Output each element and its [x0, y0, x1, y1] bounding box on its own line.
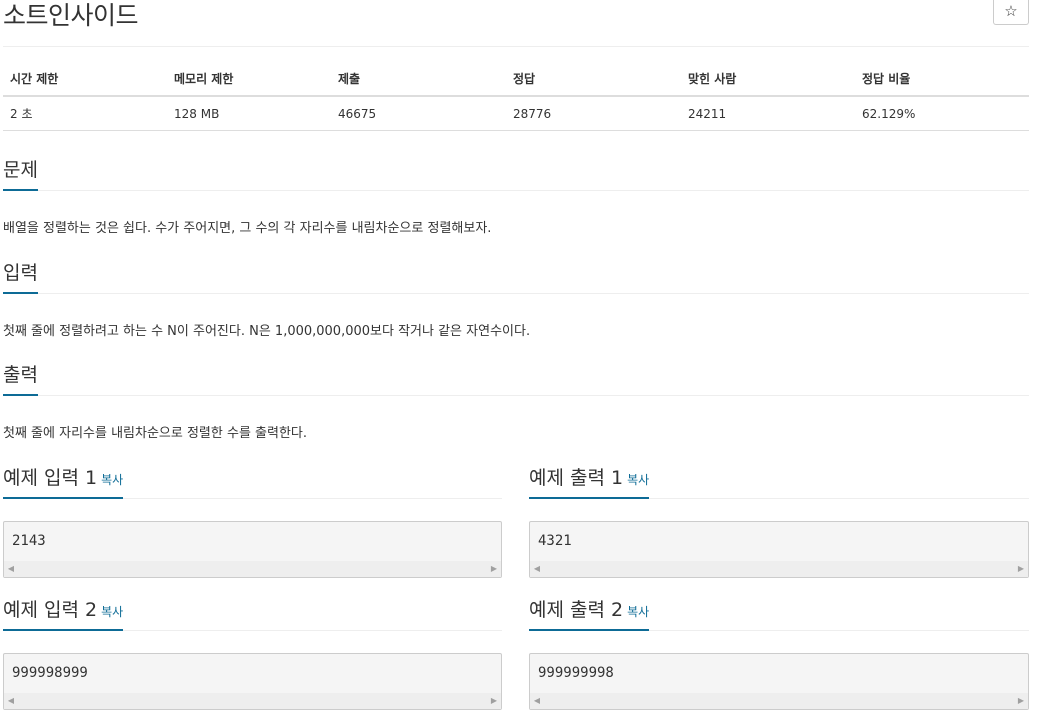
scroll-left-icon[interactable]: ◀: [6, 564, 16, 574]
value-accept-ratio: 62.129%: [855, 96, 1029, 131]
value-solvers: 24211: [681, 96, 855, 131]
input-heading-row: 입력: [3, 261, 1029, 294]
description-heading-row: 문제: [3, 158, 1029, 191]
value-time-limit: 2 초: [3, 96, 167, 131]
sample-output-1-value: 4321: [538, 533, 572, 549]
header-submissions: 제출: [331, 62, 506, 97]
description-text: 배열을 정렬하는 것은 쉽다. 수가 주어지면, 그 수의 각 자리수를 내림차…: [3, 221, 492, 236]
header-solvers: 맞힌 사람: [681, 62, 855, 97]
value-accepted: 28776: [506, 96, 681, 131]
sample-output-2: 예제 출력 2 복사 999999998 ◀ ▶: [529, 598, 1029, 710]
sample-input-2-scrollbar[interactable]: ◀ ▶: [4, 693, 501, 709]
value-submissions: 46675: [331, 96, 506, 131]
scroll-right-icon[interactable]: ▶: [489, 696, 499, 706]
sample-input-1-value: 2143: [12, 533, 46, 549]
copy-sample-input-1-button[interactable]: 복사: [101, 473, 123, 487]
scroll-left-icon[interactable]: ◀: [6, 696, 16, 706]
info-value-row: 2 초 128 MB 46675 28776 24211 62.129%: [3, 96, 1029, 131]
sample-output-1-box[interactable]: 4321 ◀ ▶: [529, 521, 1029, 578]
sample-input-1-scrollbar[interactable]: ◀ ▶: [4, 561, 501, 577]
output-heading-row: 출력: [3, 363, 1029, 396]
sample-output-2-value: 999999998: [538, 665, 614, 681]
description-section: 문제: [3, 158, 1029, 191]
header-time-limit: 시간 제한: [3, 62, 167, 97]
info-header-row: 시간 제한 메모리 제한 제출 정답 맞힌 사람 정답 비율: [3, 62, 1029, 97]
output-section: 출력: [3, 363, 1029, 396]
sample-input-1-heading-text: 예제 입력 1: [3, 467, 98, 489]
sample-input-1: 예제 입력 1 복사 2143 ◀ ▶: [3, 466, 502, 578]
header-memory-limit: 메모리 제한: [167, 62, 331, 97]
sample-input-2-box[interactable]: 999998999 ◀ ▶: [3, 653, 502, 710]
sample-input-2-value: 999998999: [12, 665, 88, 681]
sample-input-2-heading-row: 예제 입력 2 복사: [3, 598, 502, 631]
problem-info-table: 시간 제한 메모리 제한 제출 정답 맞힌 사람 정답 비율 2 초 128 M…: [3, 62, 1029, 131]
copy-sample-output-2-button[interactable]: 복사: [627, 605, 649, 619]
input-section: 입력: [3, 261, 1029, 294]
value-memory-limit: 128 MB: [167, 96, 331, 131]
input-heading: 입력: [3, 261, 38, 294]
star-icon[interactable]: ☆: [993, 0, 1029, 25]
sample-input-2-heading: 예제 입력 2 복사: [3, 598, 124, 631]
sample-output-2-heading-row: 예제 출력 2 복사: [529, 598, 1029, 631]
sample-output-1-heading-text: 예제 출력 1: [529, 467, 624, 489]
sample-input-2-heading-text: 예제 입력 2: [3, 599, 98, 621]
title-row: 소트인사이드 ☆: [3, 0, 1029, 47]
sample-output-2-heading: 예제 출력 2 복사: [529, 598, 650, 631]
scroll-left-icon[interactable]: ◀: [532, 564, 542, 574]
sample-output-2-heading-text: 예제 출력 2: [529, 599, 624, 621]
copy-sample-input-2-button[interactable]: 복사: [101, 605, 123, 619]
page-title: 소트인사이드: [3, 1, 139, 30]
sample-output-1-heading-row: 예제 출력 1 복사: [529, 466, 1029, 499]
sample-input-1-heading: 예제 입력 1 복사: [3, 466, 124, 499]
input-text: 첫째 줄에 정렬하려고 하는 수 N이 주어진다. N은 1,000,000,0…: [3, 324, 531, 339]
sample-input-1-box[interactable]: 2143 ◀ ▶: [3, 521, 502, 578]
output-heading: 출력: [3, 363, 38, 396]
scroll-right-icon[interactable]: ▶: [1016, 564, 1026, 574]
output-text: 첫째 줄에 자리수를 내림차순으로 정렬한 수를 출력한다.: [3, 426, 308, 441]
scroll-right-icon[interactable]: ▶: [1016, 696, 1026, 706]
sample-output-1: 예제 출력 1 복사 4321 ◀ ▶: [529, 466, 1029, 578]
header-accepted: 정답: [506, 62, 681, 97]
scroll-left-icon[interactable]: ◀: [532, 696, 542, 706]
sample-input-2: 예제 입력 2 복사 999998999 ◀ ▶: [3, 598, 502, 710]
sample-output-2-box[interactable]: 999999998 ◀ ▶: [529, 653, 1029, 710]
sample-output-2-scrollbar[interactable]: ◀ ▶: [530, 693, 1028, 709]
scroll-right-icon[interactable]: ▶: [489, 564, 499, 574]
sample-output-1-scrollbar[interactable]: ◀ ▶: [530, 561, 1028, 577]
description-heading: 문제: [3, 158, 38, 191]
header-accept-ratio: 정답 비율: [855, 62, 1029, 97]
copy-sample-output-1-button[interactable]: 복사: [627, 473, 649, 487]
sample-output-1-heading: 예제 출력 1 복사: [529, 466, 650, 499]
sample-input-1-heading-row: 예제 입력 1 복사: [3, 466, 502, 499]
